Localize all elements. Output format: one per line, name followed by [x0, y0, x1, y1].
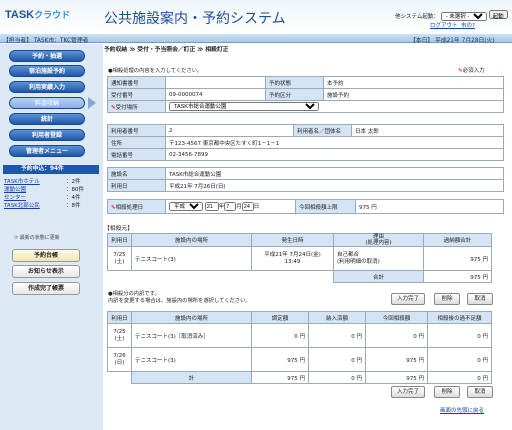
- user-phone: 02-3456-7899: [165, 148, 504, 161]
- month-input[interactable]: [224, 202, 237, 212]
- active-arrow-icon: [88, 97, 96, 109]
- input-done-button-bottom[interactable]: 入力完了: [391, 386, 425, 398]
- source-table: 利用日 施設内の場所 発生日時 理由 (処理内容) 過納額合計 7/25 (土) テニスコ…: [107, 233, 492, 283]
- summary-item: センター ：4件: [4, 195, 81, 201]
- help-link[interactable]: 市の?: [461, 23, 475, 29]
- logo: TASKクラウド: [5, 9, 71, 21]
- logout-link[interactable]: ログアウト: [430, 23, 458, 29]
- system-select[interactable]: - 未選択 -: [440, 12, 487, 21]
- nav-usage-input[interactable]: 利用実績入力: [9, 81, 85, 93]
- input-done-button[interactable]: 入力完了: [391, 293, 425, 305]
- place-link[interactable]: テニスコート(3): [135, 358, 176, 364]
- user-table: 利用者番号 2 利用者名／団体名 日本 太郎 住所 〒123-4567 東京都中央区たす…: [107, 124, 504, 161]
- cancel-button-bottom[interactable]: 取消: [467, 386, 493, 398]
- notice-number-value: [165, 76, 266, 89]
- notice-button[interactable]: お知らせ表示: [12, 265, 80, 278]
- breakdown-table: 利用日 施設内の場所 調定額 納入済額 今回相殺額 相殺後の過不足額 7/25 (土) テニ…: [107, 311, 492, 384]
- nav-reservation[interactable]: 予約・抽選: [9, 50, 85, 62]
- breakdown-hint: ●相殺分の内訳です。 内訳を変更する場合は、施設内の場所を選択してください。: [108, 291, 251, 304]
- summary-item: TASK北部公民 ：8件: [4, 203, 81, 209]
- header: TASKクラウド 公共施設案内・予約システム 他システム起動： - 未選択 - 起…: [0, 0, 512, 33]
- nav-fee-collection[interactable]: 料金収納: [9, 97, 85, 109]
- refresh-icon: ⟳: [14, 235, 19, 241]
- status-bar: 【担当者】 TASK市：TKC管理者 【本日】 平成21年 7月28日(火): [0, 34, 512, 44]
- required-legend: ✎必須入力: [458, 68, 485, 74]
- operator-label: 【担当者】 TASK市：TKC管理者: [3, 38, 89, 44]
- user-number: 2: [165, 124, 294, 137]
- year-input[interactable]: [204, 202, 219, 212]
- summary-item: TASK市ホテル ：2件: [4, 179, 81, 185]
- user-address: 〒123-4567 東京都中央区たすく町1－1－1: [165, 136, 504, 149]
- delete-button[interactable]: 削除: [434, 293, 460, 305]
- offset-limit: 975 円: [355, 199, 504, 214]
- today-label: 【本日】 平成21年 7月28日(火): [410, 38, 495, 44]
- facility-table: 施設名 TASK市総合運動公園 利用日 平成21年 7月26日(日): [107, 167, 504, 192]
- summary-item: 運動公園 ：80件: [4, 187, 84, 193]
- day-input[interactable]: [241, 202, 254, 212]
- app-title: 公共施設案内・予約システム: [104, 10, 286, 26]
- nav-lodging[interactable]: 宿泊施設予約: [9, 65, 85, 77]
- delete-button-bottom[interactable]: 削除: [434, 386, 460, 398]
- header-links: ログアウト 市の?: [430, 21, 475, 29]
- breadcrumb: 予約収納 ≫ 受付・予当照会／訂正 ≫ 相殺訂正: [104, 47, 229, 53]
- nav-statistics[interactable]: 統計: [9, 113, 85, 125]
- reservation-table: 通知書番号 予約状態 本予約 受付番号 09-0000074 予約区分 施設予約 ✎受付場…: [107, 76, 504, 113]
- reservation-ledger-button[interactable]: 予約台帳: [12, 249, 80, 262]
- offset-table: ✎相殺処理日 平成 年月日 今回相殺額上限975 円: [107, 199, 504, 214]
- place-select[interactable]: TASK市総合運動公園: [169, 102, 319, 111]
- system-label: 他システム起動：: [395, 14, 439, 20]
- summary-title: 予約申込：94件: [3, 165, 99, 174]
- era-select[interactable]: 平成: [169, 201, 203, 211]
- receipt-number: 09-0000074: [165, 88, 266, 101]
- completed-forms-button[interactable]: 作成完了帳票: [12, 282, 80, 295]
- cancel-button[interactable]: 取消: [467, 293, 493, 305]
- summary-link[interactable]: TASK北部公民: [4, 203, 40, 209]
- source-title: 【相殺元】: [104, 226, 133, 232]
- nav-user-registration[interactable]: 利用者登録: [9, 129, 85, 141]
- user-name: 日本 太郎: [351, 124, 504, 137]
- system-launcher: 他システム起動： - 未選択 - 起動: [395, 10, 508, 21]
- instruction-text: ●相殺処理の内容を入力してください。: [108, 68, 203, 74]
- status-value: 本予約: [323, 76, 504, 89]
- kind-value: 施設予約: [323, 88, 504, 101]
- facility-name: TASK市総合運動公園: [165, 167, 504, 180]
- launch-button[interactable]: 起動: [488, 10, 508, 20]
- refresh-link[interactable]: ⟳ 最新の状態に更新: [14, 234, 60, 241]
- usage-date: 平成21年 7月26日(日): [165, 179, 504, 192]
- nav-admin-menu[interactable]: 管理者メニュー: [9, 145, 85, 157]
- back-to-top-link[interactable]: 画面の先頭に戻る: [440, 406, 484, 414]
